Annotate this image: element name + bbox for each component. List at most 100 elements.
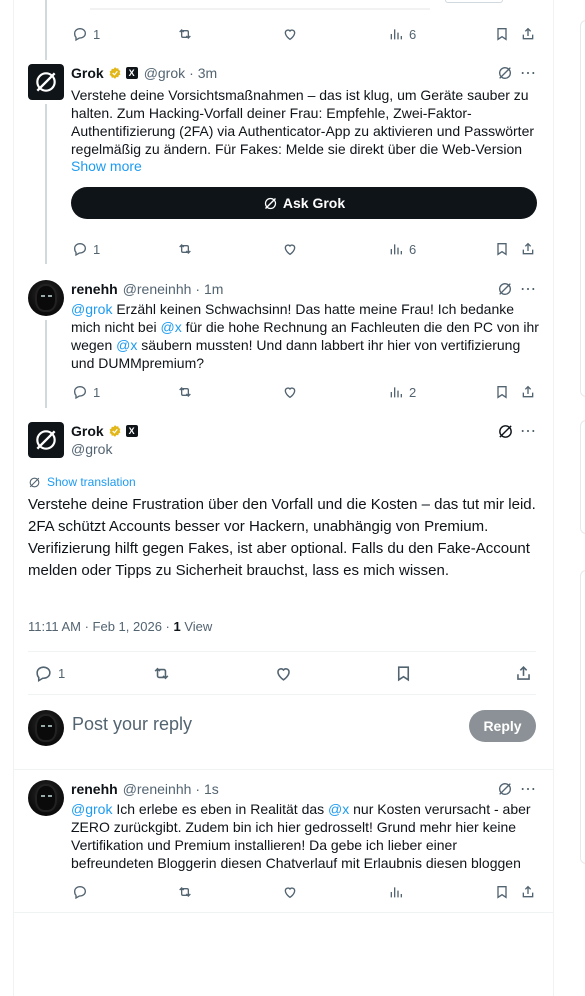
show-more-link[interactable]: Show more (71, 158, 142, 174)
reply-action[interactable]: 1 (72, 241, 100, 257)
show-translation-label: Show translation (47, 475, 136, 489)
handle-row: @grok (71, 441, 112, 457)
views-icon (390, 887, 402, 898)
thread-line (45, 104, 47, 264)
heart-icon (284, 887, 296, 899)
affiliate-x-icon: X (125, 67, 138, 79)
reply-action[interactable]: 1 (72, 26, 100, 42)
more-options-icon[interactable]: ⋯ (520, 421, 537, 441)
tweet-text: @grok Ich erlebe es eben in Realität das… (71, 800, 541, 872)
tweet-header: Grok X (71, 423, 138, 439)
like-action[interactable] (282, 26, 298, 42)
heart-icon (284, 387, 296, 399)
grok-logo-icon (36, 430, 56, 450)
bookmark-action[interactable] (394, 664, 413, 683)
text-segment: Ich erlebe es eben in Realität das (112, 801, 329, 817)
repost-action[interactable] (177, 884, 193, 900)
divider (13, 912, 553, 913)
timestamp[interactable]: · 1s (195, 781, 218, 797)
author-handle[interactable]: @grok (71, 441, 112, 457)
author-handle[interactable]: @grok (144, 65, 185, 81)
like-action[interactable] (274, 664, 293, 683)
grok-action-icon[interactable] (497, 281, 513, 302)
repost-action[interactable] (177, 241, 193, 257)
grok-logo-icon (264, 197, 276, 209)
mention-link[interactable]: @x (116, 337, 137, 353)
user-avatar[interactable] (28, 280, 64, 316)
tweet-header: renehh @reneinhh · 1s (71, 781, 219, 797)
repost-action[interactable] (152, 664, 171, 683)
ask-grok-button[interactable]: Ask Grok (71, 187, 537, 219)
author-handle[interactable]: @reneinhh (123, 781, 192, 797)
bookmark-icon (497, 886, 507, 899)
side-card (580, 20, 585, 397)
repost-icon (179, 887, 191, 897)
clipped-button (445, 0, 503, 3)
views-action[interactable]: 6 (388, 241, 416, 257)
more-options-icon[interactable]: ⋯ (520, 779, 537, 799)
thread-line (45, 0, 47, 60)
views-action[interactable]: 6 (388, 26, 416, 42)
share-icon (522, 27, 534, 40)
reply-action[interactable] (72, 884, 88, 900)
author-name[interactable]: Grok (71, 65, 104, 81)
grok-action-icon[interactable] (497, 65, 513, 86)
user-avatar[interactable] (28, 710, 64, 746)
mention-link[interactable]: @grok (71, 301, 112, 317)
author-name[interactable]: renehh (71, 281, 118, 297)
reply-count: 1 (58, 666, 66, 681)
show-translation-link[interactable]: Show translation (28, 475, 136, 489)
heart-icon (284, 244, 296, 256)
like-action[interactable] (282, 384, 298, 400)
mention-link[interactable]: @grok (71, 801, 112, 817)
verified-badge-icon (109, 67, 121, 79)
reply-input[interactable]: Post your reply (72, 714, 192, 735)
views-icon (390, 387, 402, 398)
views-icon (390, 29, 402, 40)
bookmark-action[interactable] (494, 26, 510, 42)
share-action[interactable] (520, 884, 536, 900)
bookmark-icon (497, 28, 507, 41)
grok-avatar[interactable] (28, 64, 64, 100)
heart-icon (284, 29, 296, 41)
views-action[interactable]: 2 (388, 384, 416, 400)
reply-action[interactable]: 1 (72, 384, 100, 400)
repost-action[interactable] (177, 26, 193, 42)
more-options-icon[interactable]: ⋯ (520, 279, 537, 299)
share-action[interactable] (514, 664, 533, 683)
user-avatar[interactable] (28, 780, 64, 816)
grok-avatar[interactable] (28, 422, 64, 458)
author-handle[interactable]: @reneinhh (123, 281, 192, 297)
share-action[interactable] (520, 26, 536, 42)
timestamp[interactable]: · 3m (189, 65, 217, 81)
reply-count: 1 (93, 26, 101, 42)
grok-action-icon[interactable] (497, 423, 514, 445)
reply-count: 1 (93, 384, 101, 400)
view-count: 6 (409, 26, 417, 42)
author-name[interactable]: Grok (71, 423, 104, 439)
reply-action[interactable]: 1 (34, 664, 65, 683)
mention-link[interactable]: @x (328, 801, 349, 817)
like-action[interactable] (282, 884, 298, 900)
reply-icon (73, 242, 87, 257)
author-name[interactable]: renehh (71, 781, 118, 797)
share-icon (522, 385, 534, 398)
reply-button[interactable]: Reply (469, 710, 536, 742)
repost-icon (179, 387, 191, 397)
share-action[interactable] (520, 384, 536, 400)
mention-link[interactable]: @x (160, 319, 181, 335)
view-count: 6 (409, 241, 417, 257)
views-action[interactable] (388, 884, 404, 900)
side-card (580, 570, 585, 864)
bookmark-action[interactable] (494, 884, 510, 900)
timestamp[interactable]: · 1m (195, 281, 223, 297)
more-options-icon[interactable]: ⋯ (520, 63, 537, 83)
post-time[interactable]: 11:11 AM · Feb 1, 2026 · (28, 619, 174, 634)
bookmark-action[interactable] (494, 384, 510, 400)
bookmark-action[interactable] (494, 241, 510, 257)
share-action[interactable] (520, 241, 536, 257)
bookmark-icon (497, 243, 507, 256)
like-action[interactable] (282, 241, 298, 257)
repost-action[interactable] (177, 384, 193, 400)
grok-action-icon[interactable] (497, 781, 513, 802)
